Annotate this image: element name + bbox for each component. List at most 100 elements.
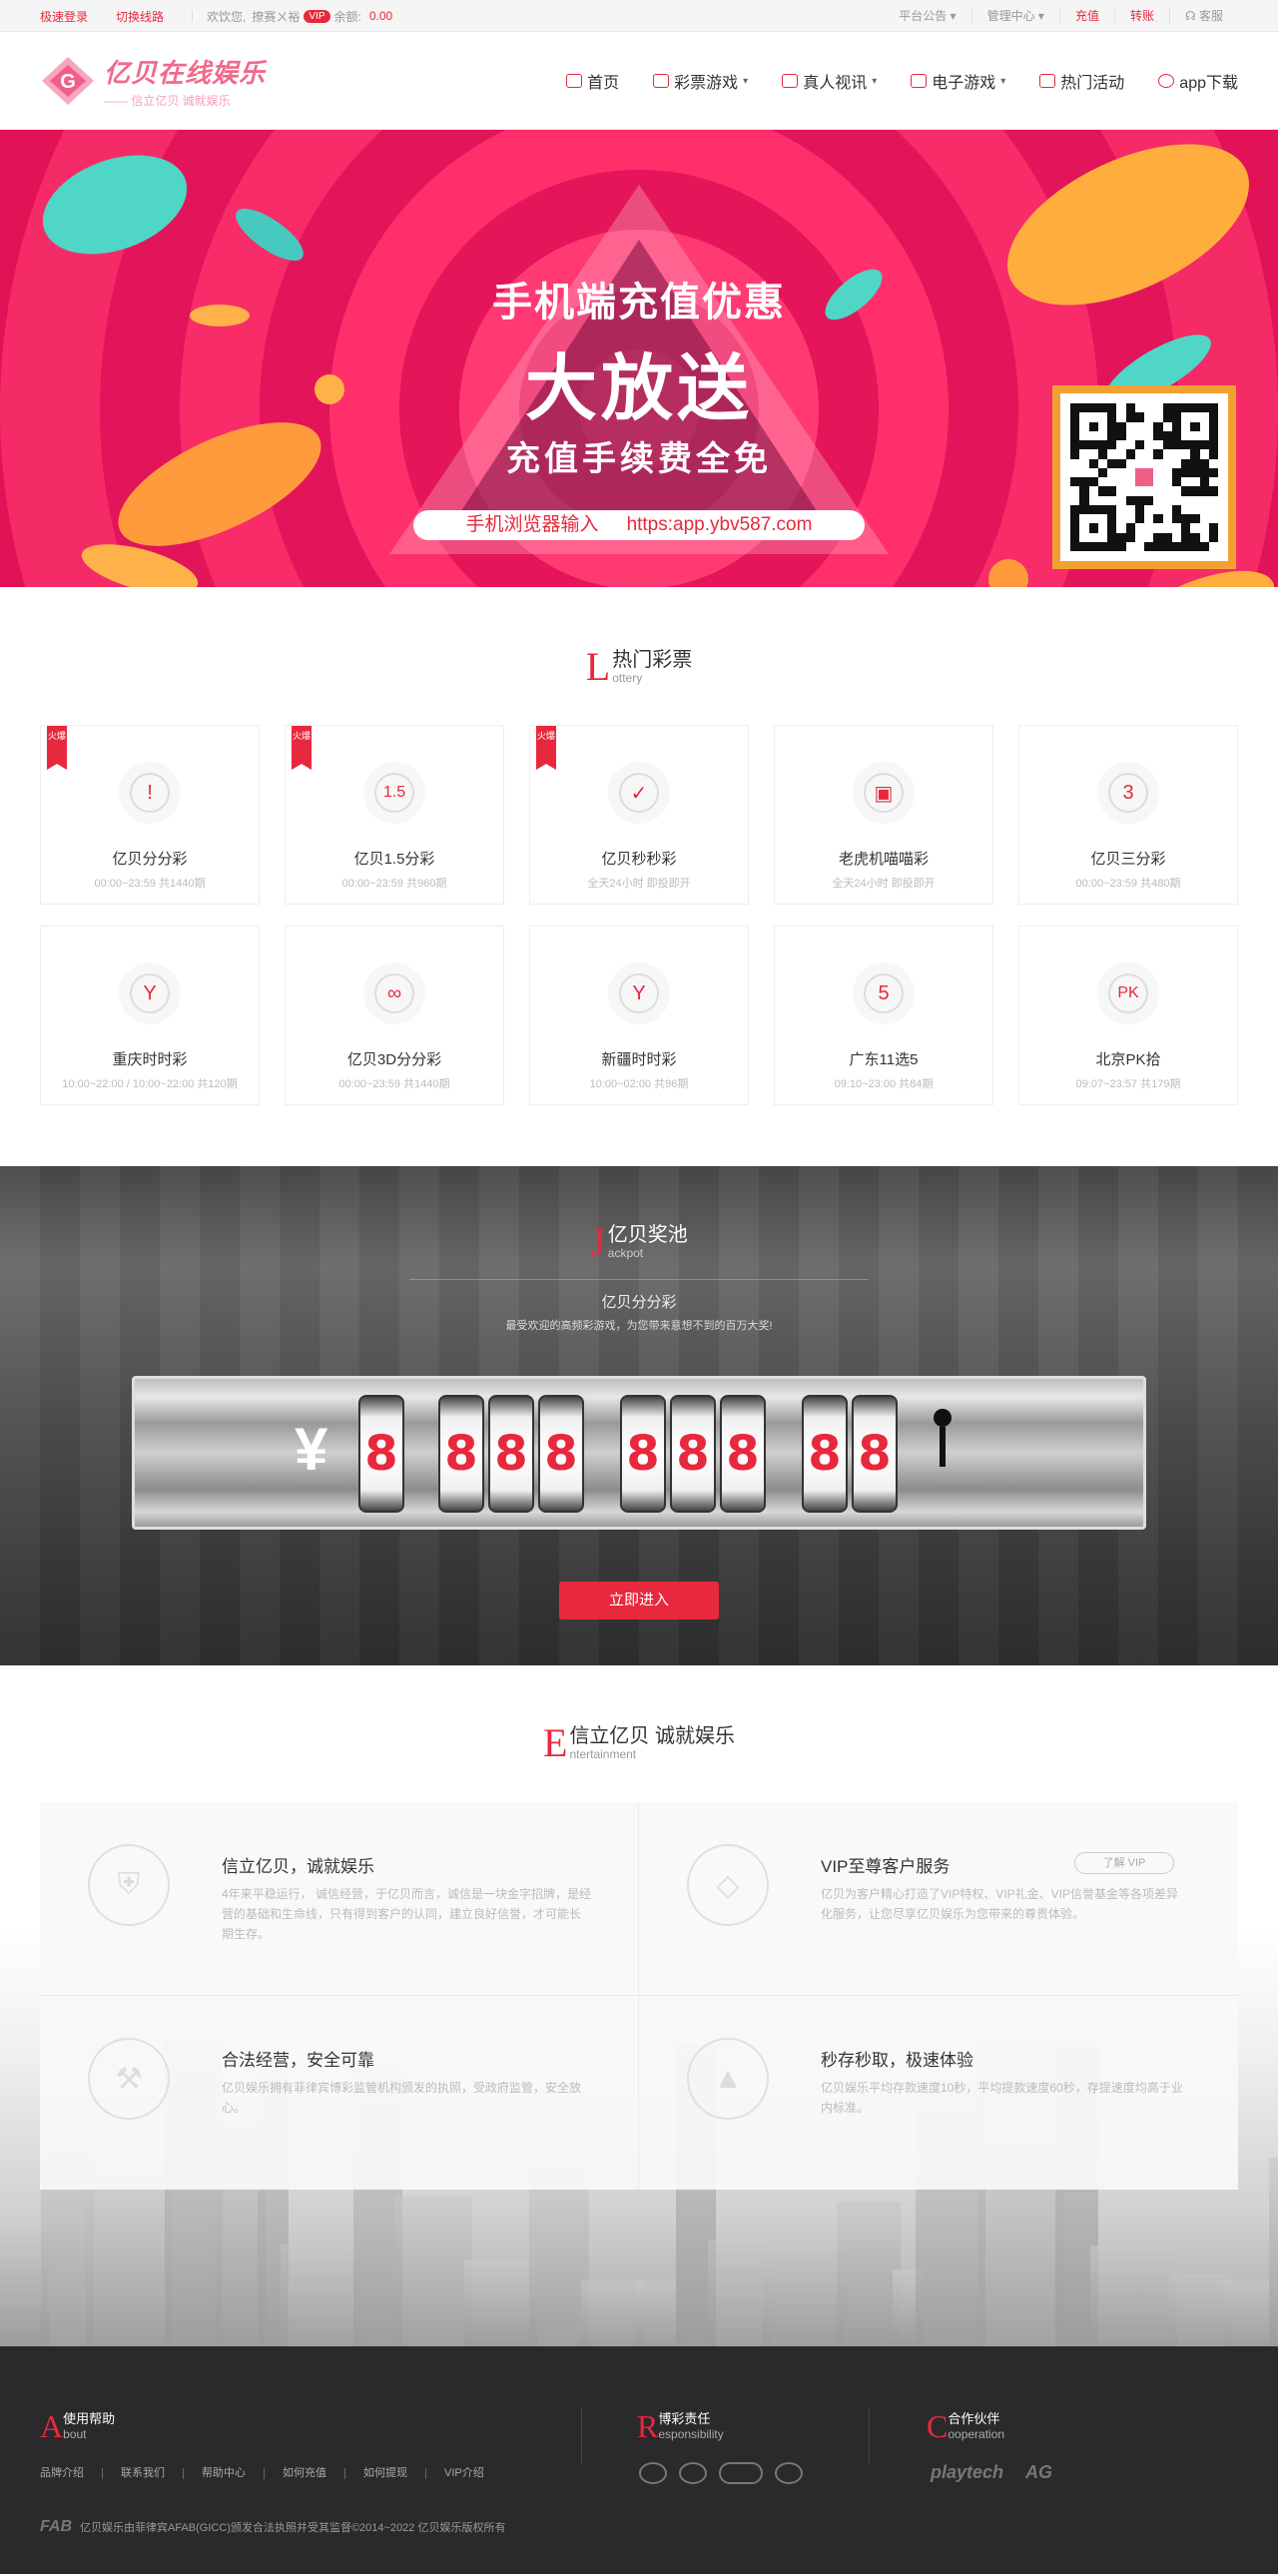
site-logo[interactable]: G 亿贝在线娱乐 —— 信立亿贝 诚就娱乐 — [40, 53, 266, 109]
jackpot-digit: 8 — [358, 1395, 404, 1513]
game-glyph: PK — [1117, 984, 1139, 1001]
nav-activities[interactable]: 热门活动 — [1039, 69, 1124, 93]
site-footer: A 使用帮助 bout R 博彩责任 esponsibility C 合作伙伴 oopera… — [0, 2346, 1278, 2574]
copyright-text: 亿贝娱乐由菲律宾AFAB(GICC)颁发合法执照并受其监督©2014~2022 … — [80, 2522, 506, 2534]
nav-label: 电子游戏 — [932, 75, 996, 92]
footer-links: 品牌介绍 联系我们 帮助中心 如何充值 如何提现 VIP介绍 — [40, 2468, 502, 2479]
hot-badge: 火爆 — [292, 726, 312, 770]
promo-banner[interactable]: 手机端充值优惠 大放送 充值手续费全免 手机浏览器输入 https:app.ybv… — [0, 130, 1278, 587]
jackpot-counter: ¥ 8 8 8 8 8 8 8 8 8 — [132, 1376, 1146, 1530]
nav-home[interactable]: 首页 — [566, 69, 619, 93]
divider — [192, 10, 194, 22]
clock-icon: 1.5 — [374, 773, 414, 813]
footer-link-contact[interactable]: 联系我们 — [102, 2468, 183, 2479]
nav-app-download[interactable]: app下载 — [1158, 69, 1238, 93]
building — [394, 2197, 472, 2346]
decor-blob — [314, 574, 435, 587]
jackpot-game-name: 亿贝分分彩 — [601, 1294, 677, 1311]
game-glyph: 5 — [878, 981, 890, 1004]
title-letter: J — [590, 1219, 606, 1264]
lottery-card[interactable]: 火爆 1.5 亿贝1.5分彩 00:00~23:59 共960期 — [285, 725, 504, 905]
section-title: E 信立亿贝 诚就娱乐 ntertainment — [0, 1723, 1278, 1763]
title-en: ackpot — [607, 1246, 644, 1260]
game-glyph: ✓ — [630, 782, 648, 805]
lottery-schedule: 00:00~23:59 共1440期 — [338, 1078, 450, 1090]
lottery-card[interactable]: 火爆 ✓ 亿贝秒秒彩 全天24小时 即投即开 — [529, 725, 749, 905]
title-letter: R — [637, 2408, 659, 2444]
jackpot-digit: 8 — [720, 1395, 766, 1513]
lottery-card[interactable]: 3 亿贝三分彩 00:00~23:59 共480期 — [1018, 725, 1238, 905]
manage-center-menu[interactable]: 管理中心 ▾ — [970, 9, 1059, 23]
footer-link-brand[interactable]: 品牌介绍 — [40, 2468, 102, 2479]
clock-icon: Y — [619, 973, 659, 1013]
recharge-link[interactable]: 充值 — [1058, 9, 1114, 23]
learn-vip-button[interactable]: 了解 VIP — [1074, 1852, 1174, 1874]
lottery-card[interactable]: 火爆! 亿贝分分彩 00:00~23:59 共1440期 — [40, 725, 260, 905]
game-glyph: ∞ — [386, 981, 402, 1004]
lottery-schedule: 全天24小时 即投即开 — [832, 878, 936, 890]
site-header: G 亿贝在线娱乐 —— 信立亿贝 诚就娱乐 首页 彩票游戏 ▾ 真人视讯 ▾ 电子游… — [0, 32, 1278, 130]
lottery-game-icon: 3 — [1097, 762, 1159, 824]
building — [464, 2260, 537, 2346]
diamond-icon: ◇ — [687, 1844, 769, 1926]
nav-live-video[interactable]: 真人视讯 ▾ — [782, 69, 877, 93]
jackpot-digit: 8 — [488, 1395, 534, 1513]
jackpot-section: J 亿贝奖池 ackpot 亿贝分分彩 最受欢迎的高频彩游戏，为您带来意想不到的… — [0, 1166, 1278, 1665]
feature-title: 合法经营，安全可靠 — [222, 2051, 374, 2070]
quick-login-link[interactable]: 极速登录 — [40, 8, 88, 25]
home-icon — [566, 74, 583, 88]
switch-line-link[interactable]: 切换线路 — [116, 8, 164, 25]
feature-card: ▲ 秒存秒取，极速体验 亿贝娱乐平均存款速度10秒，平均提款速度60秒，存提速度… — [639, 1996, 1238, 2190]
footer-link-help[interactable]: 帮助中心 — [183, 2468, 264, 2479]
platform-notice-menu[interactable]: 平台公告 ▾ — [884, 9, 970, 23]
lottery-name: 北京PK拾 — [1095, 1051, 1161, 1068]
jackpot-description: 最受欢迎的高频彩游戏，为您带来意想不到的百万大奖! — [505, 1320, 773, 1332]
lottery-card[interactable]: Y 新疆时时彩 10:00~02:00 共96期 — [529, 926, 749, 1105]
balance-label: 余额: — [333, 9, 361, 24]
responsibility-icons — [639, 2462, 803, 2484]
game-glyph: 3 — [1122, 781, 1134, 804]
lottery-name: 新疆时时彩 — [601, 1051, 677, 1068]
banner-headline: 手机端充值优惠 — [492, 281, 786, 324]
lottery-name: 亿贝3D分分彩 — [346, 1051, 442, 1068]
game-glyph: 1.5 — [382, 784, 406, 801]
lottery-card[interactable]: ▣ 老虎机喵喵彩 全天24小时 即投即开 — [774, 725, 993, 905]
lottery-card[interactable]: ∞ 亿贝3D分分彩 00:00~23:59 共1440期 — [285, 926, 504, 1105]
lottery-name: 亿贝1.5分彩 — [353, 851, 435, 868]
customer-service-link[interactable]: ☊ 客服 — [1168, 9, 1238, 23]
fab-logo: FAB — [40, 2518, 72, 2535]
transfer-link[interactable]: 转账 — [1113, 9, 1169, 23]
nav-electronic-games[interactable]: 电子游戏 ▾ — [911, 69, 1005, 93]
title-en: ottery — [612, 671, 643, 685]
clock-icon: ! — [130, 773, 170, 813]
footer-heading: 博彩责任 — [658, 2411, 711, 2426]
enter-now-button[interactable]: 立即进入 — [559, 1582, 719, 1619]
footer-link-withdraw[interactable]: 如何提现 — [344, 2468, 425, 2479]
lottery-game-icon: 1.5 — [363, 762, 425, 824]
lottery-name: 广东11选5 — [849, 1051, 919, 1068]
playtech-logo: playtech — [931, 2462, 1004, 2482]
nav-lottery[interactable]: 彩票游戏 ▾ — [653, 69, 748, 93]
clock-icon: 3 — [1108, 773, 1148, 813]
lottery-card[interactable]: 5 广东11选5 09:10~23:00 共84期 — [774, 926, 993, 1105]
shield-icon: ⛨ — [88, 1844, 170, 1926]
lottery-schedule: 00:00~23:59 共960期 — [341, 878, 447, 890]
copyright: FAB 亿贝娱乐由菲律宾AFAB(GICC)颁发合法执照并受其监督©2014~2… — [40, 2518, 505, 2536]
footer-link-recharge[interactable]: 如何充值 — [264, 2468, 344, 2479]
lottery-card[interactable]: Y 重庆时时彩 10:00~22:00 / 10:00~22:00 共120期 — [40, 926, 260, 1105]
license-icon — [719, 2462, 763, 2484]
lottery-game-icon: 5 — [853, 963, 915, 1024]
lottery-schedule: 00:00~23:59 共480期 — [1075, 878, 1181, 890]
lever-icon — [934, 1409, 952, 1467]
logo-slogan: —— 信立亿贝 诚就娱乐 — [104, 94, 231, 108]
game-glyph: Y — [632, 981, 646, 1004]
footer-heading-en: esponsibility — [658, 2427, 724, 2441]
lottery-card[interactable]: PK 北京PK拾 09:07~23:57 共179期 — [1018, 926, 1238, 1105]
game-glyph: Y — [143, 981, 157, 1004]
currency-symbol: ¥ — [295, 1416, 328, 1483]
headset-icon: ☊ — [1184, 9, 1196, 23]
logo-icon: G — [42, 57, 94, 105]
title-cn: 亿贝奖池 — [607, 1224, 688, 1246]
lottery-schedule: 全天24小时 即投即开 — [587, 878, 691, 890]
footer-link-vip[interactable]: VIP介绍 — [425, 2468, 502, 2479]
